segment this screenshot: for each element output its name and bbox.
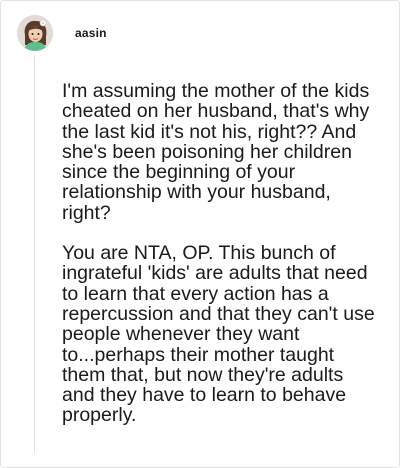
comment-author[interactable]: aasin (75, 26, 107, 40)
comment-header: aasin (17, 15, 107, 51)
comment-paragraph: You are NTA, OP. This bunch of ingratefu… (62, 242, 375, 427)
comment-body: I'm assuming the mother of the kids chea… (62, 81, 380, 426)
user-avatar-icon (17, 15, 53, 51)
avatar[interactable] (17, 15, 53, 51)
comment-card: aasin I'm assuming the mother of the kid… (0, 0, 400, 468)
comment-paragraph: I'm assuming the mother of the kids chea… (62, 80, 370, 224)
thread-line (34, 55, 35, 453)
